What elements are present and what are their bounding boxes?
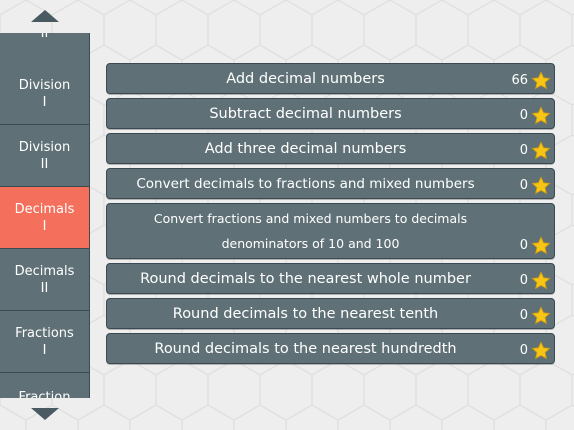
sidebar-item-level: I bbox=[42, 94, 47, 110]
sidebar-item-label: Division bbox=[18, 139, 71, 155]
sidebar-item-fractions-1[interactable]: Fractions I bbox=[0, 311, 89, 373]
scroll-down-arrow-icon[interactable] bbox=[31, 408, 59, 420]
sidebar-item-level: II bbox=[40, 33, 49, 41]
sidebar-item-label: Fractions bbox=[15, 325, 74, 341]
skill-title: Convert fractions and mixed numbers to d… bbox=[153, 211, 468, 226]
scroll-up-arrow-icon[interactable] bbox=[31, 10, 59, 22]
sidebar-item-decimals-2[interactable]: Decimals II bbox=[0, 249, 89, 311]
star-icon bbox=[531, 236, 551, 255]
skill-row-subtract-decimal-numbers[interactable]: Subtract decimal numbers 0 bbox=[106, 98, 555, 129]
skill-score: 0 bbox=[519, 308, 528, 323]
skill-score: 0 bbox=[519, 108, 528, 123]
sidebar-item-label: Division bbox=[18, 77, 71, 93]
skill-title-block: Convert fractions and mixed numbers to d… bbox=[107, 204, 514, 258]
skill-score: 0 bbox=[519, 273, 528, 288]
skill-row-convert-decimals-to-fractions[interactable]: Convert decimals to fractions and mixed … bbox=[106, 168, 555, 199]
sidebar-item-level: II bbox=[40, 280, 49, 296]
skill-score: 0 bbox=[519, 238, 528, 253]
star-icon bbox=[531, 106, 551, 125]
sidebar-item-partial-bottom[interactable]: Fraction bbox=[0, 373, 89, 398]
skill-title: Round decimals to the nearest tenth bbox=[172, 305, 439, 322]
skill-score: 66 bbox=[511, 73, 528, 88]
skill-score: 0 bbox=[519, 178, 528, 193]
sidebar-item-label: Decimals bbox=[14, 263, 75, 279]
skill-title: Add decimal numbers bbox=[226, 70, 385, 87]
sidebar: II Division I Division II Decimals I Dec… bbox=[0, 33, 90, 398]
star-icon bbox=[531, 306, 551, 325]
sidebar-item-level: I bbox=[42, 342, 47, 358]
skill-title: Add three decimal numbers bbox=[204, 140, 407, 157]
skill-score: 0 bbox=[519, 343, 528, 358]
skill-score: 0 bbox=[519, 143, 528, 158]
skill-row-convert-fractions-to-decimals[interactable]: Convert fractions and mixed numbers to d… bbox=[106, 203, 555, 259]
sidebar-item-label: Decimals bbox=[14, 201, 75, 217]
sidebar-item-level: II bbox=[40, 156, 49, 172]
skill-row-add-three-decimal-numbers[interactable]: Add three decimal numbers 0 bbox=[106, 133, 555, 164]
sidebar-item-label: Fraction bbox=[18, 390, 71, 398]
skill-title: Convert decimals to fractions and mixed … bbox=[136, 175, 475, 192]
skill-title: Round decimals to the nearest hundredth bbox=[154, 340, 457, 357]
skill-title: Subtract decimal numbers bbox=[209, 105, 402, 122]
sidebar-item-division-2[interactable]: Division II bbox=[0, 125, 89, 187]
star-icon bbox=[531, 71, 551, 90]
skill-row-add-decimal-numbers[interactable]: Add decimal numbers 66 bbox=[106, 63, 555, 94]
skill-subtitle: denominators of 10 and 100 bbox=[221, 236, 400, 251]
skill-row-round-whole-number[interactable]: Round decimals to the nearest whole numb… bbox=[106, 263, 555, 294]
skill-title: Round decimals to the nearest whole numb… bbox=[140, 270, 471, 287]
skill-row-round-nearest-tenth[interactable]: Round decimals to the nearest tenth 0 bbox=[106, 298, 555, 329]
star-icon bbox=[531, 176, 551, 195]
sidebar-item-partial-top[interactable]: II bbox=[0, 33, 89, 65]
star-icon bbox=[531, 271, 551, 290]
sidebar-item-level: I bbox=[42, 218, 47, 234]
star-icon bbox=[531, 341, 551, 360]
skill-row-round-nearest-hundredth[interactable]: Round decimals to the nearest hundredth … bbox=[106, 333, 555, 364]
sidebar-item-decimals-1[interactable]: Decimals I bbox=[0, 187, 89, 249]
sidebar-item-division-1[interactable]: Division I bbox=[0, 63, 89, 125]
star-icon bbox=[531, 141, 551, 160]
